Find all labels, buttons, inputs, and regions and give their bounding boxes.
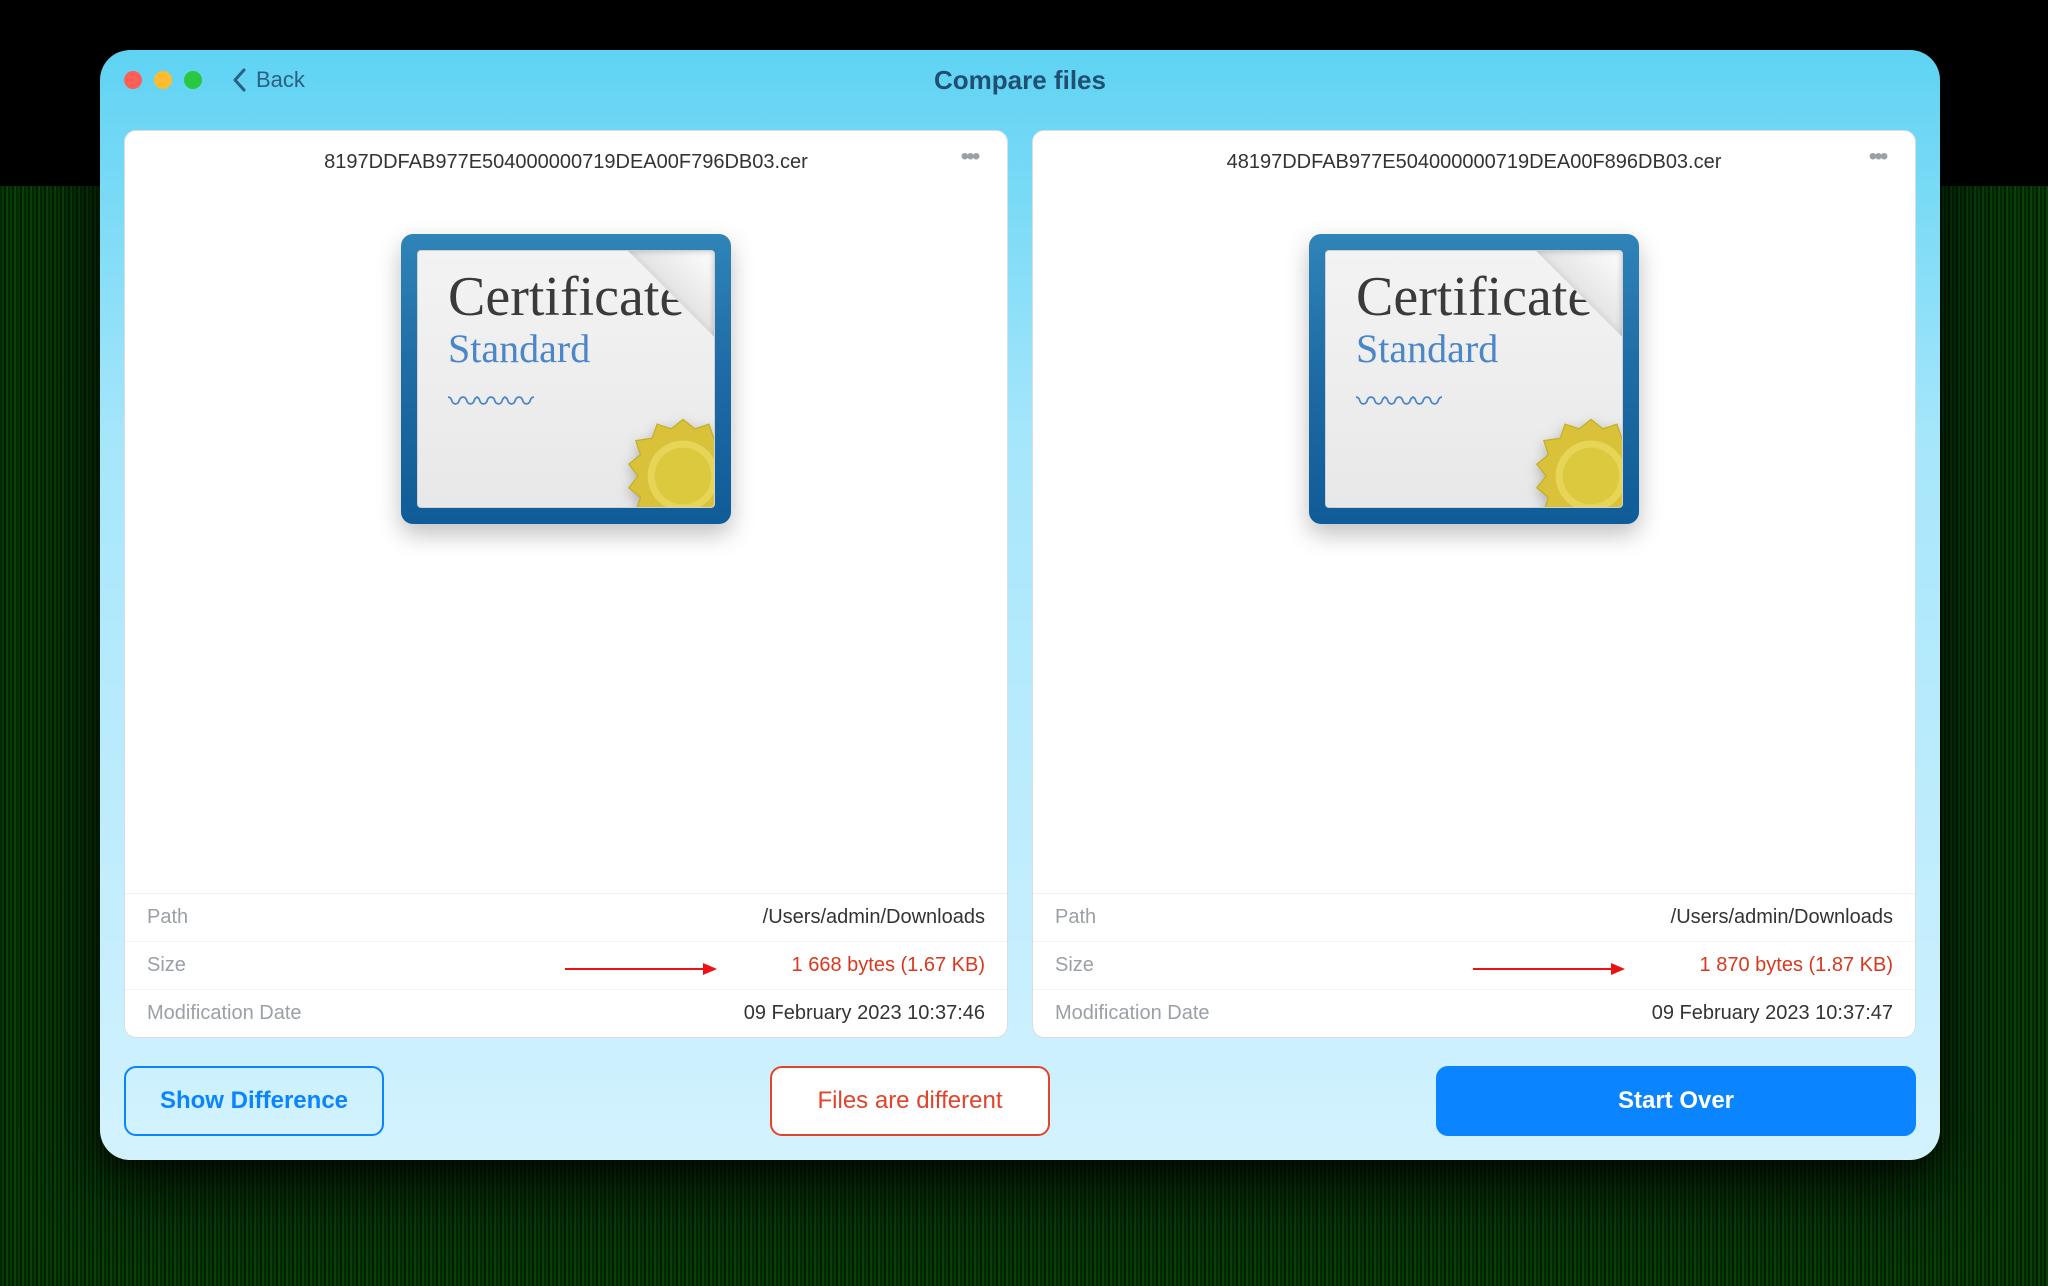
cert-icon-flourish: 〰〰〰 (1356, 377, 1600, 421)
prop-key-size: Size (1055, 954, 1094, 977)
seal-icon (1532, 417, 1623, 508)
file-name-text: 48197DDFAB977E504000000719DEA00F896DB03.… (1227, 151, 1722, 173)
prop-row-path: Path /Users/admin/Downloads (125, 894, 1007, 941)
comparison-status-badge: Files are different (770, 1066, 1050, 1136)
prop-key-moddate: Modification Date (1055, 1002, 1210, 1025)
certificate-icon: Certificate Standard 〰〰〰 (1309, 234, 1639, 524)
window-title: Compare files (100, 65, 1940, 96)
compare-cards: 8197DDFAB977E504000000719DEA00F796DB03.c… (124, 130, 1916, 1038)
start-over-label: Start Over (1618, 1087, 1734, 1115)
file-icon-area-right: Certificate Standard 〰〰〰 (1033, 174, 1915, 893)
content-area: 8197DDFAB977E504000000719DEA00F796DB03.c… (100, 110, 1940, 1160)
prop-row-size: Size 1 668 bytes (1.67 KB) (125, 941, 1007, 989)
prop-row-path: Path /Users/admin/Downloads (1033, 894, 1915, 941)
window-controls (124, 71, 202, 89)
zoom-window-button[interactable] (184, 71, 202, 89)
file-props-left: Path /Users/admin/Downloads Size 1 668 b… (125, 893, 1007, 1037)
diff-arrow-icon (1473, 968, 1623, 970)
file-props-right: Path /Users/admin/Downloads Size 1 870 b… (1033, 893, 1915, 1037)
prop-key-path: Path (1055, 906, 1096, 929)
start-over-button[interactable]: Start Over (1436, 1066, 1916, 1136)
prop-val-path: /Users/admin/Downloads (763, 906, 985, 929)
prop-val-path: /Users/admin/Downloads (1671, 906, 1893, 929)
comparison-status-text: Files are different (818, 1087, 1003, 1115)
seal-icon (624, 417, 715, 508)
close-window-button[interactable] (124, 71, 142, 89)
titlebar: Back Compare files (100, 50, 1940, 110)
cert-icon-flourish: 〰〰〰 (448, 377, 692, 421)
more-options-right[interactable]: ••• (1863, 149, 1897, 173)
file-name-left: 8197DDFAB977E504000000719DEA00F796DB03.c… (125, 131, 1007, 174)
prop-row-moddate: Modification Date 09 February 2023 10:37… (125, 989, 1007, 1037)
prop-val-size: 1 870 bytes (1.87 KB) (1700, 954, 1893, 977)
prop-key-size: Size (147, 954, 186, 977)
file-card-left: 8197DDFAB977E504000000719DEA00F796DB03.c… (124, 130, 1008, 1038)
prop-val-moddate: 09 February 2023 10:37:46 (744, 1002, 985, 1025)
file-icon-area-left: Certificate Standard 〰〰〰 (125, 174, 1007, 893)
cert-icon-line2: Standard (448, 327, 692, 371)
show-difference-button[interactable]: Show Difference (124, 1066, 384, 1136)
file-name-right: 48197DDFAB977E504000000719DEA00F896DB03.… (1033, 131, 1915, 174)
cert-icon-line2: Standard (1356, 327, 1600, 371)
prop-val-size: 1 668 bytes (1.67 KB) (792, 954, 985, 977)
minimize-window-button[interactable] (154, 71, 172, 89)
app-window: Back Compare files 8197DDFAB977E50400000… (100, 50, 1940, 1160)
file-card-right: 48197DDFAB977E504000000719DEA00F896DB03.… (1032, 130, 1916, 1038)
footer: Show Difference Files are different Star… (124, 1038, 1916, 1136)
chevron-left-icon (232, 68, 246, 92)
prop-row-size: Size 1 870 bytes (1.87 KB) (1033, 941, 1915, 989)
prop-val-moddate: 09 February 2023 10:37:47 (1652, 1002, 1893, 1025)
prop-row-moddate: Modification Date 09 February 2023 10:37… (1033, 989, 1915, 1037)
prop-key-path: Path (147, 906, 188, 929)
prop-key-moddate: Modification Date (147, 1002, 302, 1025)
certificate-icon: Certificate Standard 〰〰〰 (401, 234, 731, 524)
diff-arrow-icon (565, 968, 715, 970)
back-label: Back (256, 67, 305, 93)
show-difference-label: Show Difference (160, 1087, 348, 1115)
file-name-text: 8197DDFAB977E504000000719DEA00F796DB03.c… (324, 151, 808, 173)
back-button[interactable]: Back (232, 67, 305, 93)
more-options-left[interactable]: ••• (955, 149, 989, 173)
